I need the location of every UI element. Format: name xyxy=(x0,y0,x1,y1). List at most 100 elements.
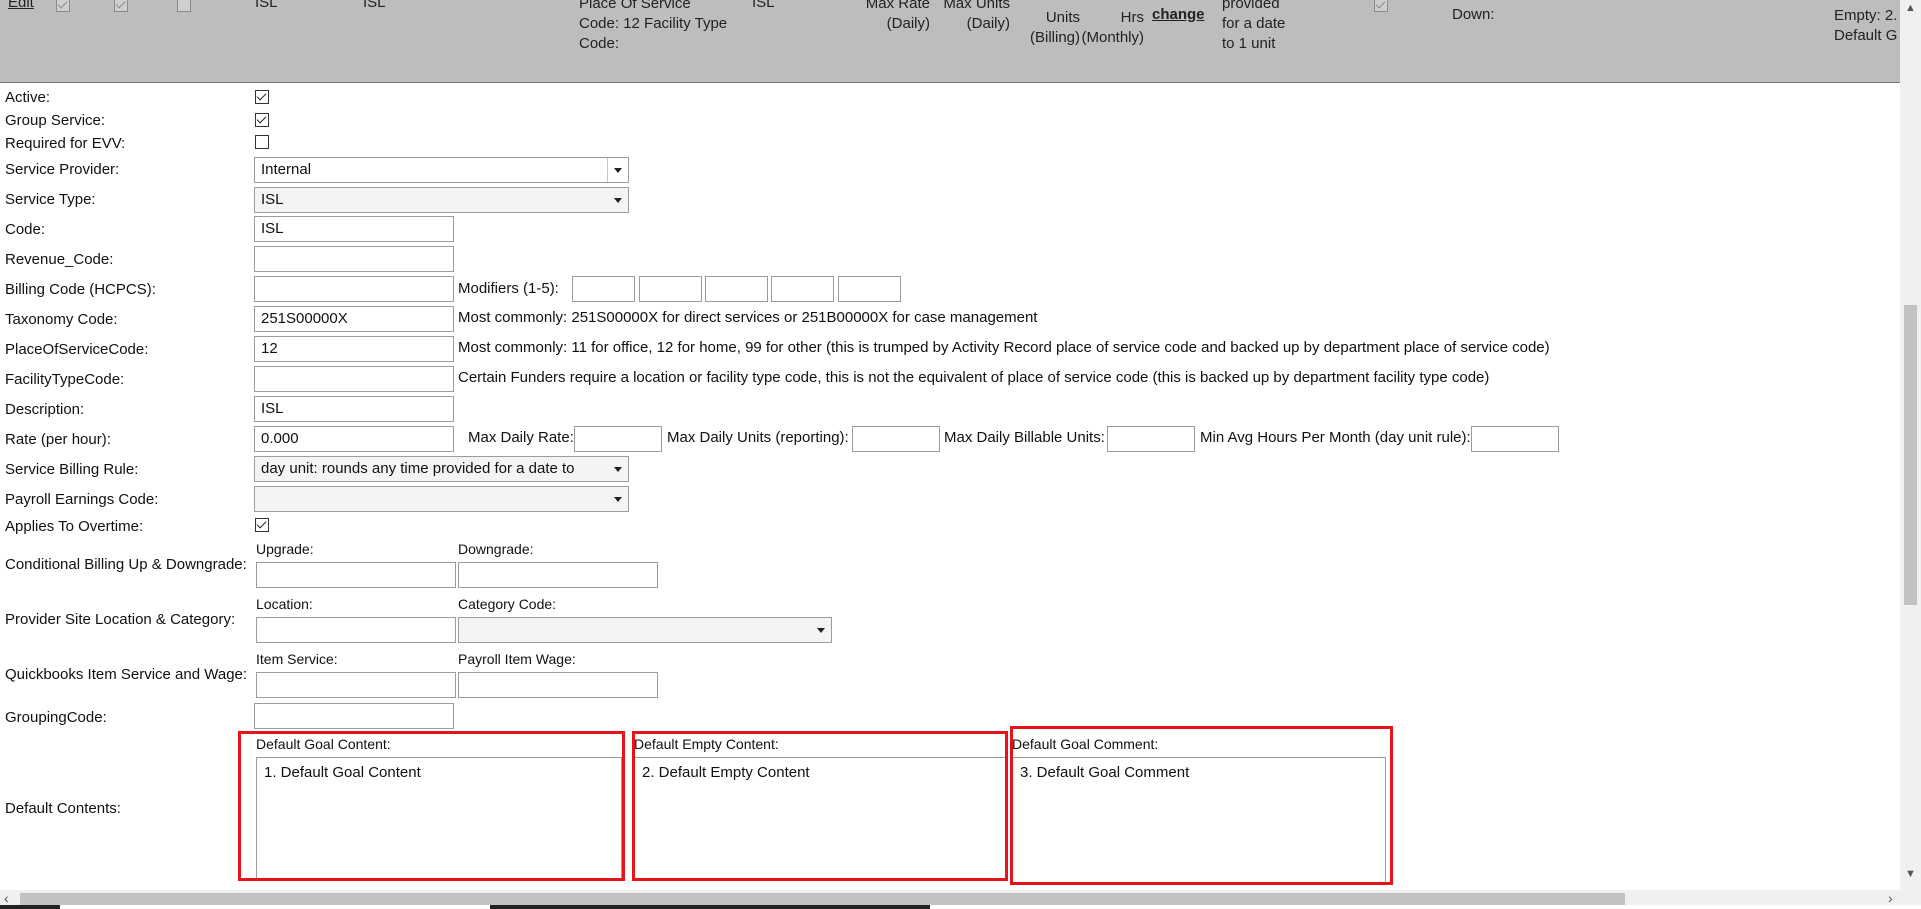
category-code-label: Category Code: xyxy=(458,596,557,612)
downgrade-input[interactable] xyxy=(458,562,658,588)
revenue-code-input[interactable] xyxy=(254,246,454,272)
facility-type-hint: Certain Funders require a location or fa… xyxy=(458,369,1490,386)
chevron-down-icon xyxy=(608,188,628,212)
evv-column-checkbox xyxy=(177,0,191,12)
service-provider-label: Service Provider: xyxy=(5,161,120,178)
service-summary-row: Edit ISL ISL Place Of Service Code: 12 F… xyxy=(0,0,1900,83)
chevron-down-icon xyxy=(607,158,628,182)
billing-rule-select[interactable]: day unit: rounds any time provided for a… xyxy=(254,456,629,482)
billing-rule-column-value: provided for a date to 1 unit xyxy=(1222,0,1286,52)
service-type-select[interactable]: ISL xyxy=(254,187,629,213)
highlight-box-empty-content xyxy=(632,731,1008,881)
category-code-select[interactable] xyxy=(458,617,832,643)
group-service-checkbox[interactable] xyxy=(255,113,269,127)
service-provider-select[interactable]: Internal xyxy=(254,157,629,183)
conditional-billing-label: Conditional Billing Up & Downgrade: xyxy=(5,556,247,573)
code-column-value: ISL xyxy=(363,0,386,11)
horizontal-scroll-thumb[interactable] xyxy=(20,893,1625,905)
type-column-value: ISL xyxy=(752,0,775,11)
active-label: Active: xyxy=(5,89,51,106)
chevron-down-icon xyxy=(608,487,628,511)
grouping-code-label: GroupingCode: xyxy=(5,709,107,726)
taxonomy-code-hint: Most commonly: 251S00000X for direct ser… xyxy=(458,309,1038,326)
downgrade-column-value: Down: xyxy=(1452,6,1495,23)
billing-rule-value: day unit: rounds any time provided for a… xyxy=(261,460,575,477)
taxonomy-code-label: Taxonomy Code: xyxy=(5,311,118,328)
payroll-earnings-select[interactable] xyxy=(254,486,629,512)
payroll-earnings-label: Payroll Earnings Code: xyxy=(5,491,159,508)
facility-type-input[interactable] xyxy=(254,366,454,392)
place-of-service-label: PlaceOfServiceCode: xyxy=(5,341,149,358)
max-daily-units-label: Max Daily Units (reporting): xyxy=(667,429,849,446)
downgrade-label: Downgrade: xyxy=(458,541,534,557)
overtime-column-checkbox xyxy=(1374,0,1388,12)
service-type-label: Service Type: xyxy=(5,191,96,208)
name-column-value: ISL xyxy=(255,0,278,11)
item-service-input[interactable] xyxy=(256,672,456,698)
modifier-3-input[interactable] xyxy=(705,276,768,302)
place-of-service-input[interactable]: 12 xyxy=(254,336,454,362)
rate-input[interactable]: 0.000 xyxy=(254,426,454,452)
location-input[interactable] xyxy=(256,617,456,643)
chevron-down-icon xyxy=(811,618,831,642)
default-contents-label: Default Contents: xyxy=(5,800,121,817)
provider-site-label: Provider Site Location & Category: xyxy=(5,611,236,628)
max-daily-rate-input[interactable] xyxy=(574,426,662,452)
facility-type-label: FacilityTypeCode: xyxy=(5,371,125,388)
highlight-box-goal-comment xyxy=(1010,726,1393,885)
overtime-label: Applies To Overtime: xyxy=(5,518,144,535)
max-daily-billable-label: Max Daily Billable Units: xyxy=(944,429,1105,446)
hrs-monthly-column-header: Hrs (Monthly) xyxy=(1081,9,1144,46)
vertical-scroll-thumb[interactable] xyxy=(1904,305,1917,605)
grouping-code-input[interactable] xyxy=(254,703,454,729)
required-evv-label: Required for EVV: xyxy=(5,135,126,152)
upgrade-label: Upgrade: xyxy=(256,541,314,557)
group-service-label: Group Service: xyxy=(5,112,106,129)
billing-rule-label: Service Billing Rule: xyxy=(5,461,139,478)
min-avg-hours-input[interactable] xyxy=(1471,426,1559,452)
max-daily-units-input[interactable] xyxy=(852,426,940,452)
modifier-2-input[interactable] xyxy=(639,276,702,302)
upgrade-input[interactable] xyxy=(256,562,456,588)
modifier-4-input[interactable] xyxy=(771,276,834,302)
max-rate-column-header: Max Rate (Daily) xyxy=(865,0,930,32)
max-units-column-header: Max Units (Daily) xyxy=(943,0,1010,32)
chevron-down-icon xyxy=(608,457,628,481)
modifier-5-input[interactable] xyxy=(838,276,901,302)
active-column-checkbox xyxy=(56,0,70,12)
location-label: Location: xyxy=(256,596,313,612)
rate-label: Rate (per hour): xyxy=(5,431,111,448)
group-column-checkbox xyxy=(114,0,128,12)
required-evv-checkbox[interactable] xyxy=(255,135,269,149)
scroll-left-icon[interactable]: ‹ xyxy=(4,890,9,906)
max-daily-billable-input[interactable] xyxy=(1107,426,1195,452)
revenue-code-label: Revenue_Code: xyxy=(5,251,114,268)
modifier-1-input[interactable] xyxy=(572,276,635,302)
max-daily-rate-label: Max Daily Rate: xyxy=(468,429,574,446)
scroll-right-icon[interactable]: › xyxy=(1888,890,1893,906)
description-input[interactable]: ISL xyxy=(254,396,454,422)
active-checkbox[interactable] xyxy=(255,90,269,104)
taxonomy-code-input[interactable]: 251S00000X xyxy=(254,306,454,332)
overtime-checkbox[interactable] xyxy=(255,518,269,532)
billing-code-label: Billing Code (HCPCS): xyxy=(5,281,156,298)
service-type-value: ISL xyxy=(261,191,284,208)
change-link[interactable]: change xyxy=(1152,6,1205,23)
code-input[interactable]: ISL xyxy=(254,216,454,242)
taskbar-segment xyxy=(490,905,930,909)
scroll-down-icon[interactable]: ▼ xyxy=(1905,868,1916,880)
item-service-label: Item Service: xyxy=(256,651,338,667)
place-of-service-hint: Most commonly: 11 for office, 12 for hom… xyxy=(458,339,1550,356)
scroll-up-icon[interactable]: ▲ xyxy=(1905,2,1916,14)
service-provider-value: Internal xyxy=(261,161,312,178)
default-contents-column-value: Empty: 2. Default G xyxy=(1834,7,1898,44)
billing-code-input[interactable] xyxy=(254,276,454,302)
edit-link[interactable]: Edit xyxy=(8,0,34,11)
payroll-item-wage-input[interactable] xyxy=(458,672,658,698)
description-label: Description: xyxy=(5,401,85,418)
payroll-item-wage-label: Payroll Item Wage: xyxy=(458,651,576,667)
modifiers-label: Modifiers (1-5): xyxy=(458,280,559,297)
code-label: Code: xyxy=(5,221,46,238)
vertical-scrollbar[interactable]: ▲ ▼ xyxy=(1900,0,1921,890)
quickbooks-label: Quickbooks Item Service and Wage: xyxy=(5,666,248,683)
